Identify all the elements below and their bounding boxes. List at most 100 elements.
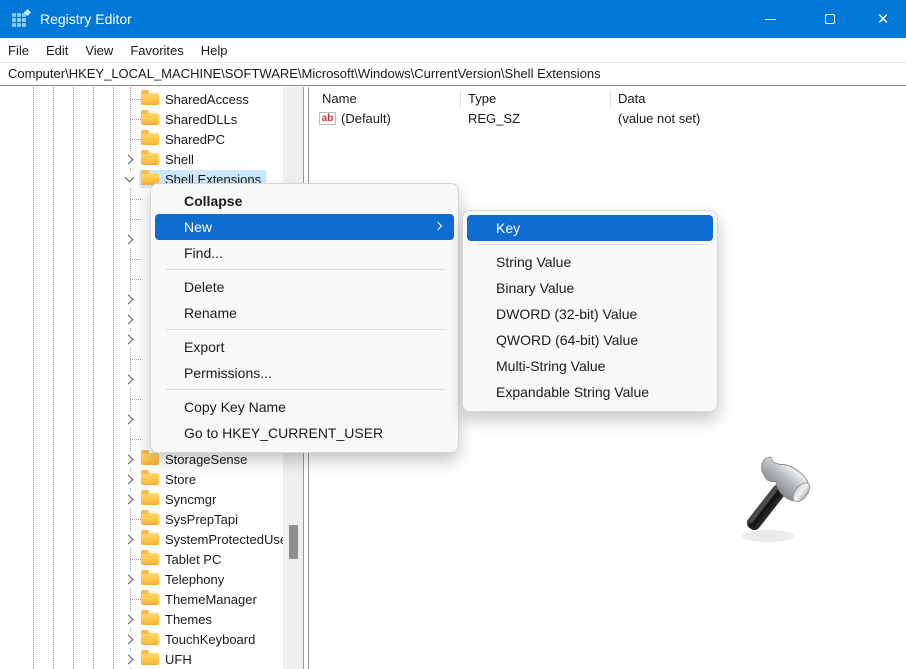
chevron-right-icon[interactable]: [121, 571, 138, 587]
tree-item-label: TouchKeyboard: [165, 632, 255, 647]
folder-icon: [141, 113, 159, 125]
value-data: (value not set): [618, 109, 700, 129]
folder-icon: [141, 473, 159, 485]
menu-item-label: Multi-String Value: [496, 358, 605, 374]
menu-item-edit[interactable]: Edit: [46, 43, 68, 58]
menu-separator: [478, 244, 705, 245]
tree-line-stub: [130, 199, 141, 200]
menu-item-label: Copy Key Name: [184, 399, 286, 415]
value-type: REG_SZ: [468, 109, 520, 129]
context-menu-item-delete[interactable]: Delete: [151, 274, 458, 300]
tree-item-store[interactable]: Store: [0, 469, 283, 489]
menu-item-file[interactable]: File: [8, 43, 29, 58]
minimize-button[interactable]: [747, 0, 793, 38]
close-icon: ×: [877, 10, 888, 29]
tree-item-syncmgr[interactable]: Syncmgr: [0, 489, 283, 509]
column-separator[interactable]: [460, 90, 461, 108]
address-bar[interactable]: Computer\HKEY_LOCAL_MACHINE\SOFTWARE\Mic…: [0, 62, 906, 86]
tree-item-label: UFH: [165, 652, 192, 667]
menu-item-label: Binary Value: [496, 280, 574, 296]
tree-item-sharedpc[interactable]: SharedPC: [0, 129, 283, 149]
tree-item-label: Tablet PC: [165, 552, 221, 567]
tree-item-shareddlls[interactable]: SharedDLLs: [0, 109, 283, 129]
tree-item-telephony[interactable]: Telephony: [0, 569, 283, 589]
menu-item-label: Collapse: [184, 193, 242, 209]
context-menu-item-go-to-hkey-current-user[interactable]: Go to HKEY_CURRENT_USER: [151, 420, 458, 446]
chevron-right-icon[interactable]: [121, 631, 138, 647]
tree-item-systemprotecteduserdata[interactable]: SystemProtectedUserData: [0, 529, 283, 549]
chevron-right-icon[interactable]: [121, 371, 138, 387]
context-menu-item-new[interactable]: New: [155, 214, 454, 240]
context-menu-item-export[interactable]: Export: [151, 334, 458, 360]
tree-scrollbar-thumb[interactable]: [289, 525, 298, 559]
chevron-right-icon[interactable]: [121, 151, 138, 167]
tree-line-stub: [130, 259, 141, 260]
chevron-right-icon[interactable]: [121, 531, 138, 547]
chevron-right-icon[interactable]: [121, 291, 138, 307]
submenu-item-dword-32-bit-value[interactable]: DWORD (32-bit) Value: [463, 301, 717, 327]
submenu-item-string-value[interactable]: String Value: [463, 249, 717, 275]
tree-item-sharedaccess[interactable]: SharedAccess: [0, 89, 283, 109]
folder-icon: [141, 613, 159, 625]
submenu-item-qword-64-bit-value[interactable]: QWORD (64-bit) Value: [463, 327, 717, 353]
submenu-item-multi-string-value[interactable]: Multi-String Value: [463, 353, 717, 379]
submenu-item-binary-value[interactable]: Binary Value: [463, 275, 717, 301]
column-header-data[interactable]: Data: [618, 89, 645, 109]
chevron-right-icon[interactable]: [121, 471, 138, 487]
menu-item-label: Export: [184, 339, 224, 355]
context-menu-item-copy-key-name[interactable]: Copy Key Name: [151, 394, 458, 420]
tree-item-shell[interactable]: Shell: [0, 149, 283, 169]
menu-item-view[interactable]: View: [85, 43, 113, 58]
tree-item-label: SysPrepTapi: [165, 512, 238, 527]
tree-line-stub: [130, 219, 141, 220]
chevron-right-icon[interactable]: [121, 611, 138, 627]
maximize-button[interactable]: [807, 0, 853, 38]
context-menu-item-permissions[interactable]: Permissions...: [151, 360, 458, 386]
chevron-right-icon[interactable]: [121, 231, 138, 247]
tree-item-syspreptapi[interactable]: SysPrepTapi: [0, 509, 283, 529]
chevron-down-icon[interactable]: [121, 171, 138, 187]
menu-item-favorites[interactable]: Favorites: [130, 43, 183, 58]
new-submenu: Key String Value Binary Value DWORD (32-bit…: [462, 210, 718, 412]
tree-item-ufh[interactable]: UFH: [0, 649, 283, 669]
chevron-right-icon[interactable]: [121, 411, 138, 427]
menu-separator: [166, 269, 446, 270]
chevron-right-icon[interactable]: [121, 451, 138, 467]
tree-item-touchkeyboard[interactable]: TouchKeyboard: [0, 629, 283, 649]
menu-item-label: New: [184, 219, 212, 235]
menu-item-help[interactable]: Help: [201, 43, 228, 58]
chevron-right-icon[interactable]: [121, 491, 138, 507]
tree-item-label: SystemProtectedUserData: [165, 532, 283, 547]
tree-item-themes[interactable]: Themes: [0, 609, 283, 629]
folder-icon: [141, 633, 159, 645]
tree-item-tablet-pc[interactable]: Tablet PC: [0, 549, 283, 569]
menu-separator: [166, 329, 446, 330]
tree-item-label: Themes: [165, 612, 212, 627]
chevron-right-icon[interactable]: [121, 651, 138, 667]
registry-editor-window: Registry Editor × FileEditViewFavoritesH…: [0, 0, 906, 669]
context-menu-item-find[interactable]: Find...: [151, 240, 458, 266]
column-separator[interactable]: [610, 90, 611, 108]
chevron-right-icon[interactable]: [121, 331, 138, 347]
menu-bar: File Edit View Favorites Help: [0, 38, 906, 62]
context-menu-item-rename[interactable]: Rename: [151, 300, 458, 326]
minimize-icon: [765, 19, 776, 20]
submenu-item-expandable-string-value[interactable]: Expandable String Value: [463, 379, 717, 405]
menu-item-label: Key: [496, 220, 520, 236]
chevron-right-icon[interactable]: [121, 311, 138, 327]
menu-item-label: Find...: [184, 245, 223, 261]
tree-item-thememanager[interactable]: ThemeManager: [0, 589, 283, 609]
menu-item-label: String Value: [496, 254, 571, 270]
value-row-default[interactable]: ab (Default) REG_SZ (value not set): [309, 109, 906, 129]
tree-item-label: Shell: [165, 152, 194, 167]
close-button[interactable]: ×: [860, 0, 906, 38]
submenu-item-key[interactable]: Key: [467, 215, 713, 241]
column-header-type[interactable]: Type: [468, 89, 496, 109]
menu-item-label: Delete: [184, 279, 224, 295]
folder-icon: [141, 653, 159, 665]
column-header-name[interactable]: Name: [322, 89, 357, 109]
folder-icon: [141, 553, 159, 565]
folder-icon: [141, 513, 159, 525]
context-menu-item-collapse[interactable]: Collapse: [151, 188, 458, 214]
folder-icon: [141, 533, 159, 545]
